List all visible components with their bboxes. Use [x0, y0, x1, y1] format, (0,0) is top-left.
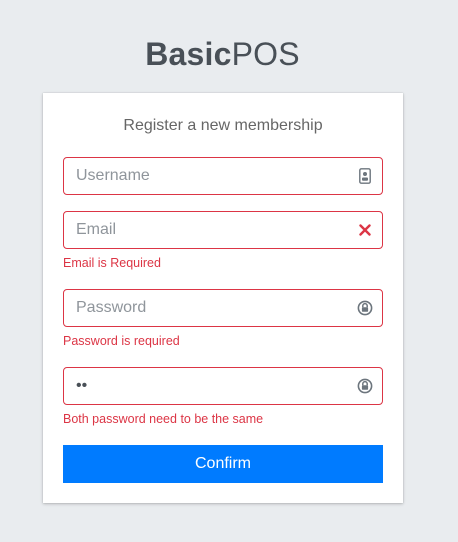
lock-icon: [356, 377, 374, 395]
logo-light-text: POS: [231, 36, 300, 72]
email-field: [63, 211, 383, 249]
close-icon: [356, 221, 374, 239]
password-input[interactable]: [64, 290, 344, 326]
confirm-password-field: [63, 367, 383, 405]
app-logo: BasicPOS: [0, 36, 445, 73]
lock-icon: [356, 299, 374, 317]
password-field: [63, 289, 383, 327]
logo-bold-text: Basic: [145, 36, 232, 72]
confirm-password-input[interactable]: [64, 368, 344, 404]
username-input[interactable]: [64, 158, 344, 194]
id-card-icon: [356, 167, 374, 185]
register-card: Register a new membership Email is Requi…: [43, 93, 403, 503]
password-error: Password is required: [63, 334, 180, 348]
email-input[interactable]: [64, 212, 344, 248]
confirm-button[interactable]: Confirm: [63, 445, 383, 483]
confirm-password-error: Both password need to be the same: [63, 412, 264, 426]
username-field: [63, 157, 383, 195]
email-error: Email is Required: [63, 256, 161, 270]
card-title: Register a new membership: [123, 117, 323, 134]
